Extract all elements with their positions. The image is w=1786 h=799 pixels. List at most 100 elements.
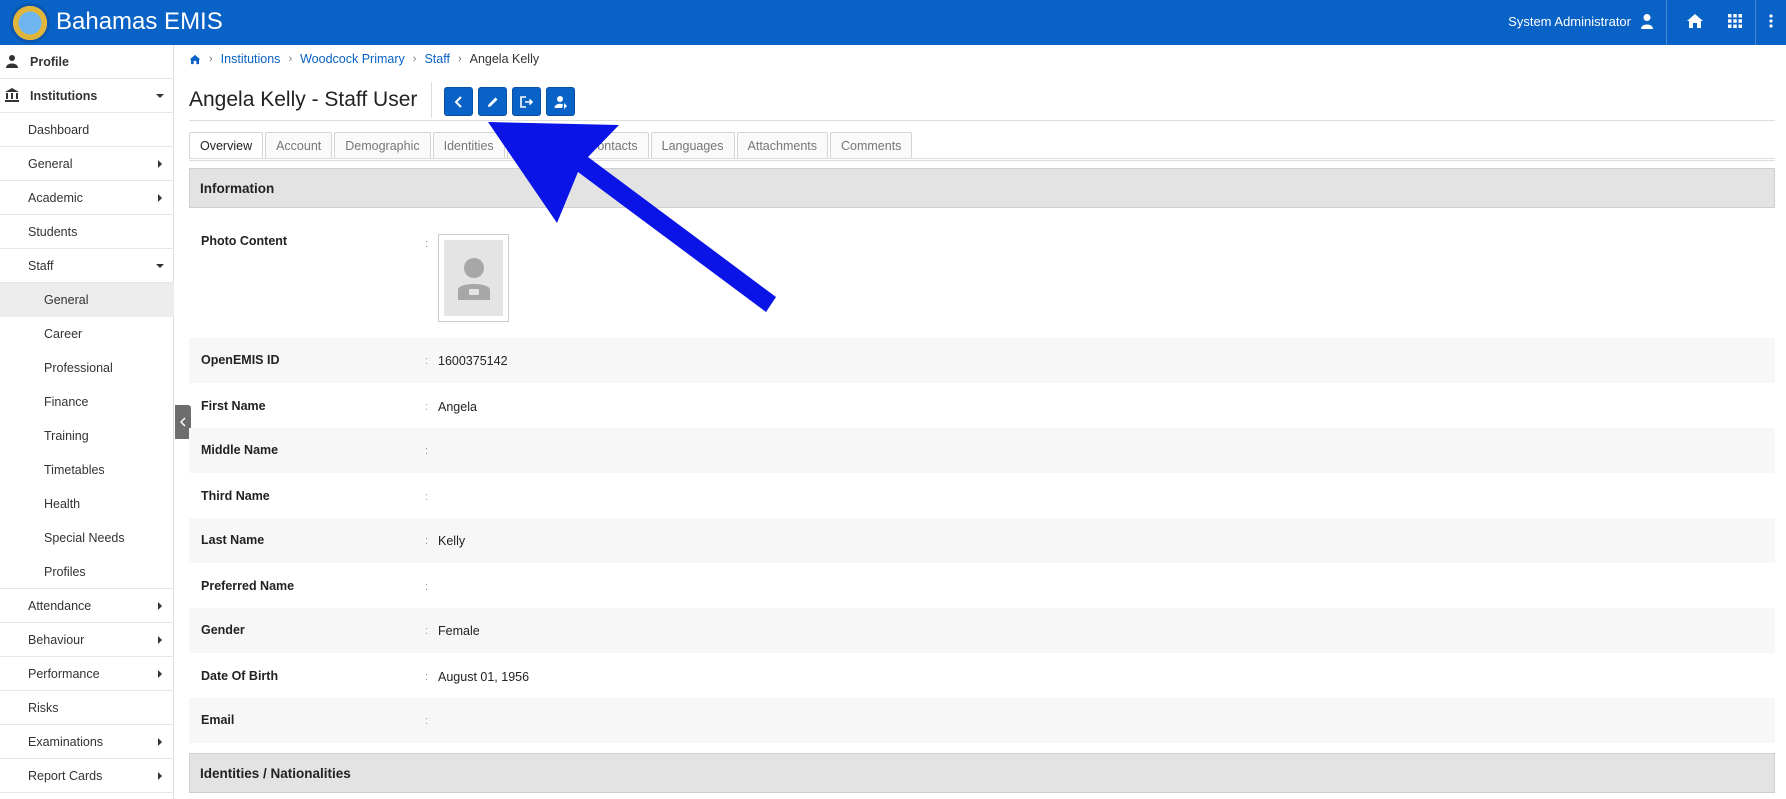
sidebar-item-finance[interactable]: Finance: [0, 385, 174, 419]
field-colon: :: [425, 581, 429, 593]
emis-logo[interactable]: [10, 3, 50, 43]
tab-identities[interactable]: Identities: [432, 132, 505, 159]
tab-attachments[interactable]: Attachments: [736, 132, 828, 159]
field-label: Gender: [201, 623, 245, 637]
apps-grid-icon[interactable]: [1724, 10, 1746, 32]
breadcrumb-separator: ›: [288, 53, 293, 65]
sidebar-item-label: Timetables: [44, 463, 105, 477]
back-icon: [454, 95, 462, 108]
sidebar-item-academic[interactable]: Academic: [0, 181, 174, 215]
edit-icon: [487, 97, 497, 107]
sidebar-item-institutions[interactable]: Institutions: [0, 79, 174, 113]
sidebar-item-examinations[interactable]: Examinations: [0, 725, 174, 759]
sidebar-item-timetables[interactable]: Timetables: [0, 453, 174, 487]
sidebar-item-label: General: [28, 156, 73, 171]
more-vertical-icon[interactable]: [1760, 10, 1782, 32]
sidebar-item-training[interactable]: Training: [0, 419, 174, 453]
sidebar-item-label: Behaviour: [28, 632, 85, 647]
field-row-preferred-name: Preferred Name :: [189, 563, 1775, 608]
header-divider: [1755, 0, 1756, 45]
tab-comments[interactable]: Comments: [830, 132, 913, 159]
top-header-bar: Bahamas EMIS System Administrator: [0, 0, 1786, 45]
field-colon: :: [425, 535, 429, 547]
sidebar-item-career[interactable]: Career: [0, 317, 174, 351]
breadcrumb-institutions[interactable]: Institutions: [221, 52, 281, 66]
sidebar-item-professional[interactable]: Professional: [0, 351, 174, 385]
tab-nationalities[interactable]: N: [506, 132, 557, 159]
breadcrumb-staff[interactable]: Staff: [424, 52, 449, 66]
breadcrumb-separator: ›: [412, 53, 417, 65]
home-icon[interactable]: [1684, 10, 1706, 32]
sidebar-item-attendance[interactable]: Attendance: [0, 589, 174, 623]
avatar-placeholder-icon: [444, 240, 503, 316]
tab-account[interactable]: Account: [265, 132, 333, 159]
field-label: OpenEMIS ID: [201, 353, 280, 367]
sidebar-item-profiles[interactable]: Profiles: [0, 555, 174, 589]
sidebar-item-health[interactable]: Health: [0, 487, 174, 521]
sidebar-item-profile[interactable]: Profile: [0, 45, 174, 79]
sidebar: Profile Institutions Dashboard General A…: [0, 45, 174, 799]
back-button[interactable]: [444, 87, 473, 116]
title-divider: [431, 82, 432, 118]
field-row-first-name: First Name : Angela: [189, 383, 1775, 428]
sidebar-item-behaviour[interactable]: Behaviour: [0, 623, 174, 657]
field-label: Middle Name: [201, 443, 279, 457]
breadcrumb-institution-name[interactable]: Woodcock Primary: [300, 52, 405, 66]
chevron-down-icon: [156, 264, 164, 268]
sidebar-item-students[interactable]: Students: [0, 215, 174, 249]
sidebar-item-special-needs[interactable]: Special Needs: [0, 521, 174, 555]
sidebar-item-general[interactable]: General: [0, 147, 174, 181]
field-row-date-of-birth: Date Of Birth : August 01, 1956: [189, 653, 1775, 698]
breadcrumb: › Institutions › Woodcock Primary › Staf…: [189, 52, 539, 66]
chevron-right-icon: [158, 738, 162, 746]
switch-user-button[interactable]: [546, 87, 575, 116]
user-icon[interactable]: [1640, 13, 1654, 29]
app-title[interactable]: Bahamas EMIS: [56, 8, 223, 36]
field-label: Last Name: [201, 533, 265, 547]
sidebar-item-label: Professional: [44, 361, 113, 375]
sidebar-item-staff[interactable]: Staff: [0, 249, 174, 283]
field-label: Email: [201, 713, 235, 727]
home-icon[interactable]: [189, 54, 201, 65]
chevron-right-icon: [158, 160, 162, 168]
chevron-right-icon: [158, 602, 162, 610]
sidebar-item-risks[interactable]: Risks: [0, 691, 174, 725]
section-information-header: Information: [189, 168, 1775, 208]
field-value: Angela: [438, 400, 477, 414]
field-row-last-name: Last Name : Kelly: [189, 518, 1775, 563]
sidebar-item-label: Profiles: [44, 564, 86, 579]
sidebar-item-label: Institutions: [30, 88, 98, 103]
tab-languages[interactable]: Languages: [650, 132, 735, 159]
export-button[interactable]: [512, 87, 541, 116]
chevron-left-icon: [180, 417, 186, 427]
field-colon: :: [425, 401, 429, 413]
field-colon: :: [425, 355, 429, 367]
field-row-middle-name: Middle Name :: [189, 428, 1775, 473]
tab-overview[interactable]: Overview: [189, 132, 264, 159]
field-value: 1600375142: [438, 354, 508, 368]
chevron-right-icon: [158, 670, 162, 678]
sidebar-item-label: Students: [28, 224, 78, 239]
chevron-right-icon: [158, 636, 162, 644]
field-label: Photo Content: [201, 234, 288, 248]
page-title: Angela Kelly - Staff User: [189, 88, 418, 111]
sidebar-item-label: Attendance: [28, 598, 92, 613]
sidebar-item-label: Performance: [28, 666, 100, 681]
user-name[interactable]: System Administrator: [1508, 14, 1631, 29]
chevron-right-icon: [158, 194, 162, 202]
field-value: August 01, 1956: [438, 670, 530, 684]
edit-button[interactable]: [478, 87, 507, 116]
sidebar-item-dashboard[interactable]: Dashboard: [0, 113, 174, 147]
field-row-email: Email :: [189, 698, 1775, 743]
sidebar-item-staff-general[interactable]: General: [0, 283, 174, 317]
sidebar-item-label: Academic: [28, 190, 83, 205]
chevron-right-icon: [158, 772, 162, 780]
sidebar-item-performance[interactable]: Performance: [0, 657, 174, 691]
tab-demographic[interactable]: Demographic: [334, 132, 431, 159]
field-value: Kelly: [438, 534, 466, 548]
sidebar-item-report-cards[interactable]: Report Cards: [0, 759, 174, 793]
field-value: Female: [438, 624, 480, 638]
tab-contacts[interactable]: ontacts: [558, 132, 649, 159]
field-label: First Name: [201, 399, 266, 413]
sidebar-item-label: Health: [44, 497, 81, 511]
